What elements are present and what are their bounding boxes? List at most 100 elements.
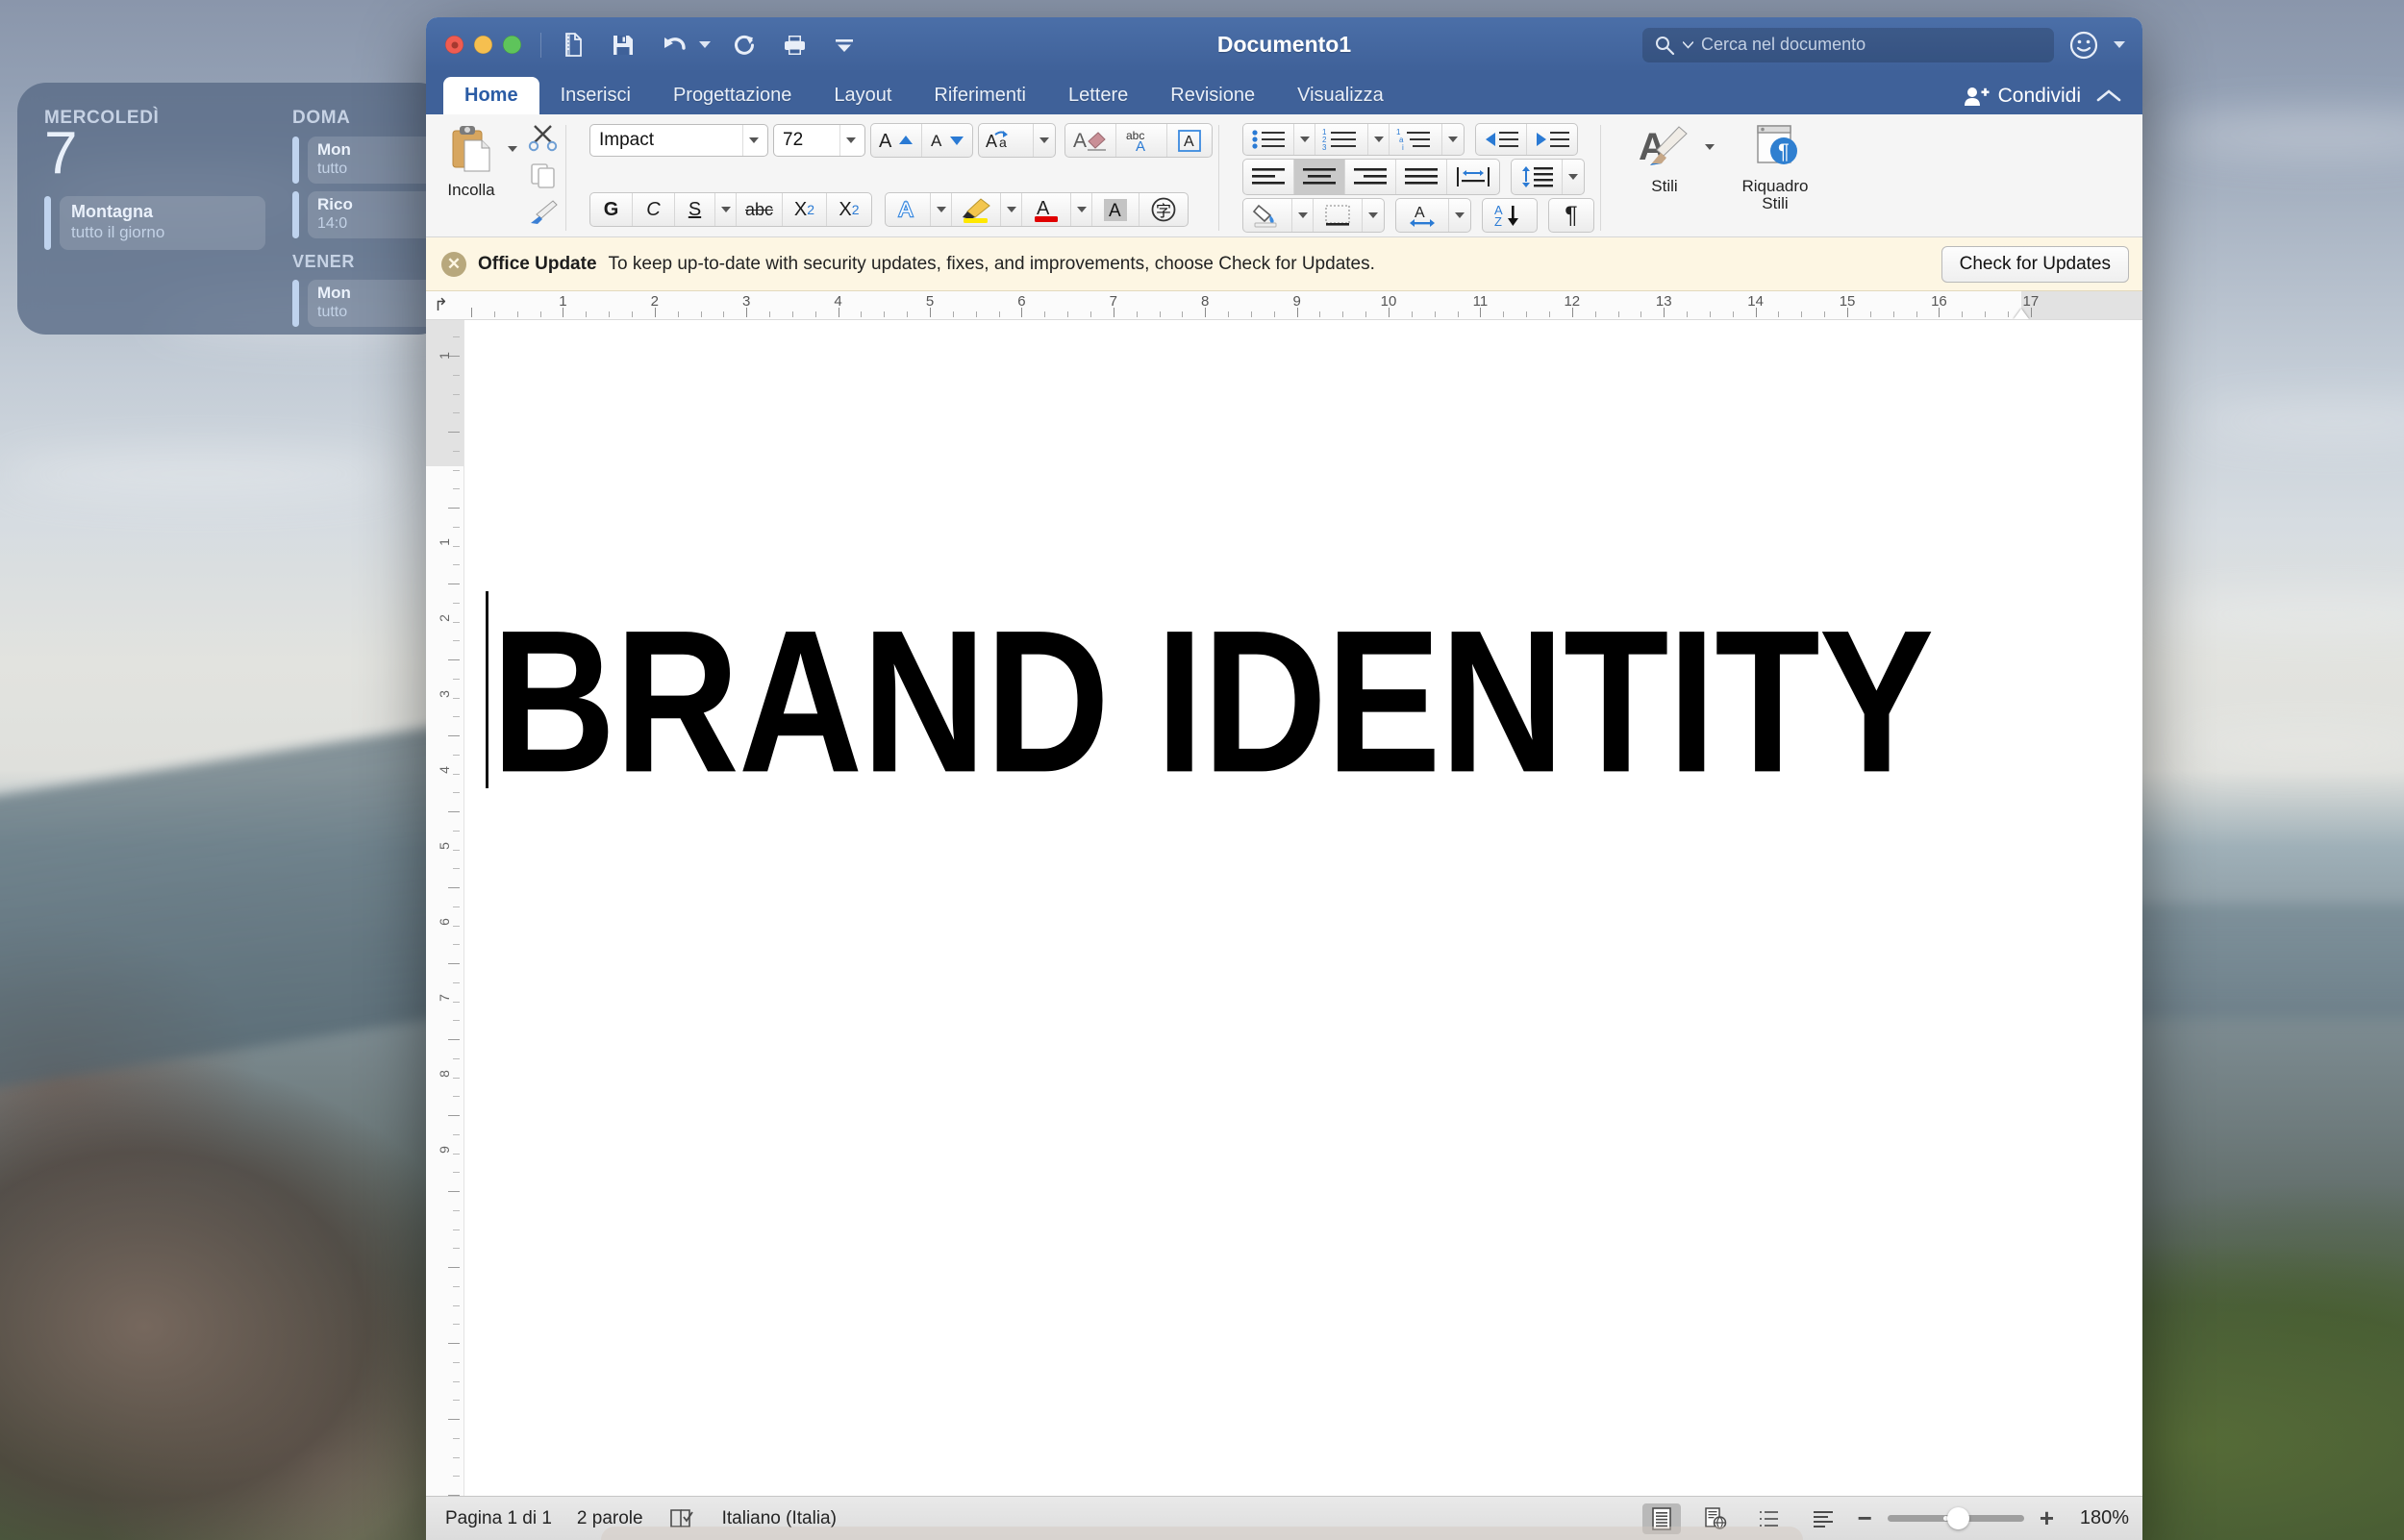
- font-color-icon[interactable]: A: [1022, 193, 1071, 226]
- styles-pane-button[interactable]: ¶ Riquadro Stili: [1722, 119, 1828, 213]
- calendar-event[interactable]: Rico 14:0: [292, 191, 447, 238]
- tab-visualizza[interactable]: Visualizza: [1276, 77, 1405, 114]
- close-window-button[interactable]: [445, 36, 463, 54]
- sort-button[interactable]: AZ: [1482, 198, 1538, 233]
- feedback-smiley-icon[interactable]: [2067, 29, 2100, 62]
- character-shading-icon[interactable]: A: [1092, 193, 1139, 226]
- styles-dropdown-caret[interactable]: [1705, 144, 1715, 150]
- share-button[interactable]: Condividi: [1964, 85, 2081, 108]
- align-right-icon[interactable]: [1345, 160, 1396, 194]
- tab-stop-selector[interactable]: ↱: [434, 295, 448, 315]
- numbered-list-caret[interactable]: [1368, 124, 1390, 155]
- subscript-button[interactable]: X2: [783, 193, 827, 226]
- paste-dropdown-caret[interactable]: [508, 146, 517, 152]
- ribbon-tab-bar[interactable]: Home Inserisci Progettazione Layout Rife…: [426, 72, 2142, 114]
- calendar-widget[interactable]: MERCOLEDÌ 7 Montagna tutto il giorno DOM…: [17, 83, 447, 335]
- highlight-icon[interactable]: [952, 193, 1001, 226]
- increase-indent-icon[interactable]: [1527, 124, 1577, 155]
- change-case-icon[interactable]: Aa: [979, 124, 1034, 157]
- horizontal-ruler[interactable]: 1 2 3 4 5 6 7 8 9 10 11 12 13 14 15 16 17 ↱: [426, 291, 2142, 320]
- numbered-list-icon[interactable]: 123: [1315, 124, 1368, 155]
- bulleted-list-icon[interactable]: [1243, 124, 1294, 155]
- font-color-caret[interactable]: [1071, 193, 1092, 226]
- zoom-level-label[interactable]: 180%: [2069, 1507, 2129, 1529]
- feedback-dropdown-caret[interactable]: [2114, 41, 2125, 48]
- right-indent-marker[interactable]: [2014, 309, 2030, 319]
- paragraph-shading-caret[interactable]: [1292, 199, 1314, 232]
- tab-progettazione[interactable]: Progettazione: [652, 77, 813, 114]
- save-icon[interactable]: [607, 29, 639, 62]
- tab-home[interactable]: Home: [443, 77, 539, 114]
- font-family-combobox[interactable]: Impact: [589, 124, 768, 157]
- close-banner-icon[interactable]: ✕: [441, 251, 466, 277]
- zoom-out-button[interactable]: −: [1858, 1503, 1872, 1533]
- font-size-caret[interactable]: [839, 125, 861, 156]
- highlight-caret[interactable]: [1001, 193, 1022, 226]
- line-spacing-caret[interactable]: [1563, 160, 1584, 194]
- minimize-window-button[interactable]: [474, 36, 492, 54]
- document-page[interactable]: BRAND IDENTITY: [464, 320, 2142, 1496]
- paste-button[interactable]: Incolla: [435, 119, 508, 199]
- show-formatting-marks-icon[interactable]: ¶: [1549, 199, 1593, 232]
- page-indicator[interactable]: Pagina 1 di 1: [445, 1508, 552, 1529]
- tab-lettere[interactable]: Lettere: [1047, 77, 1149, 114]
- search-input[interactable]: Cerca nel documento: [1642, 27, 2054, 62]
- distributed-icon[interactable]: [1447, 160, 1499, 194]
- paragraph-shading-icon[interactable]: [1243, 199, 1292, 232]
- text-direction-button[interactable]: A: [1395, 198, 1471, 233]
- scissors-icon[interactable]: [527, 123, 560, 152]
- print-icon[interactable]: [778, 29, 811, 62]
- underline-button[interactable]: S: [675, 193, 715, 226]
- tab-layout[interactable]: Layout: [813, 77, 913, 114]
- change-case-caret[interactable]: [1034, 124, 1055, 157]
- tab-inserisci[interactable]: Inserisci: [539, 77, 652, 114]
- customize-toolbar-icon[interactable]: [828, 29, 861, 62]
- zoom-window-button[interactable]: [503, 36, 521, 54]
- abc-check-icon[interactable]: abc A: [1116, 124, 1167, 157]
- borders-icon[interactable]: [1314, 199, 1363, 232]
- font-utility-buttons[interactable]: A abc A A: [1064, 123, 1213, 158]
- tab-riferimenti[interactable]: Riferimenti: [913, 77, 1047, 114]
- undo-icon[interactable]: [657, 29, 689, 62]
- calendar-event[interactable]: Montagna tutto il giorno: [44, 195, 265, 250]
- line-spacing-button[interactable]: [1511, 159, 1585, 195]
- text-direction-icon[interactable]: A: [1396, 199, 1449, 232]
- font-style-buttons[interactable]: G C S abc X2 X2: [589, 192, 872, 227]
- paintbrush-icon[interactable]: [527, 198, 560, 227]
- line-spacing-icon[interactable]: [1512, 160, 1563, 194]
- sort-az-icon[interactable]: AZ: [1483, 199, 1537, 232]
- copy-icon[interactable]: [527, 161, 560, 189]
- underline-caret[interactable]: [715, 193, 737, 226]
- vertical-ruler[interactable]: 1 1 2 3 4 5 6 7 8 9: [426, 320, 464, 1496]
- check-for-updates-button[interactable]: Check for Updates: [1941, 245, 2129, 283]
- align-left-icon[interactable]: [1243, 160, 1294, 194]
- bulleted-list-caret[interactable]: [1294, 124, 1315, 155]
- window-controls[interactable]: [445, 36, 521, 54]
- document-body-text[interactable]: BRAND IDENTITY: [491, 599, 2108, 803]
- font-size-combobox[interactable]: 72: [773, 124, 865, 157]
- text-effects-icon[interactable]: AA: [886, 193, 931, 226]
- zoom-in-button[interactable]: +: [2040, 1503, 2054, 1533]
- tab-revisione[interactable]: Revisione: [1149, 77, 1276, 114]
- shading-borders-buttons[interactable]: [1242, 198, 1385, 233]
- multilevel-list-icon[interactable]: 1ai: [1390, 124, 1442, 155]
- calendar-event[interactable]: Mon tutto: [292, 137, 447, 184]
- strikethrough-button[interactable]: abc: [737, 193, 783, 226]
- text-direction-caret[interactable]: [1449, 199, 1470, 232]
- list-buttons[interactable]: 123 1ai: [1242, 123, 1465, 156]
- font-size-steppers[interactable]: A A: [870, 123, 973, 158]
- change-case-button[interactable]: Aa: [978, 123, 1056, 158]
- justify-icon[interactable]: [1396, 160, 1447, 194]
- superscript-button[interactable]: X2: [827, 193, 871, 226]
- redo-icon[interactable]: [728, 29, 761, 62]
- increase-font-size-icon[interactable]: A: [871, 124, 922, 157]
- draft-view-button[interactable]: [1804, 1503, 1842, 1534]
- text-effects-caret[interactable]: [931, 193, 952, 226]
- decrease-font-size-icon[interactable]: A: [922, 124, 972, 157]
- undo-dropdown-caret[interactable]: [699, 41, 711, 48]
- show-marks-button[interactable]: ¶: [1548, 198, 1594, 233]
- calendar-event[interactable]: Mon tutto: [292, 280, 447, 327]
- phonetic-guide-icon[interactable]: 字: [1139, 193, 1188, 226]
- clear-formatting-icon[interactable]: A: [1065, 124, 1116, 157]
- font-color-buttons[interactable]: AA A A 字: [885, 192, 1189, 227]
